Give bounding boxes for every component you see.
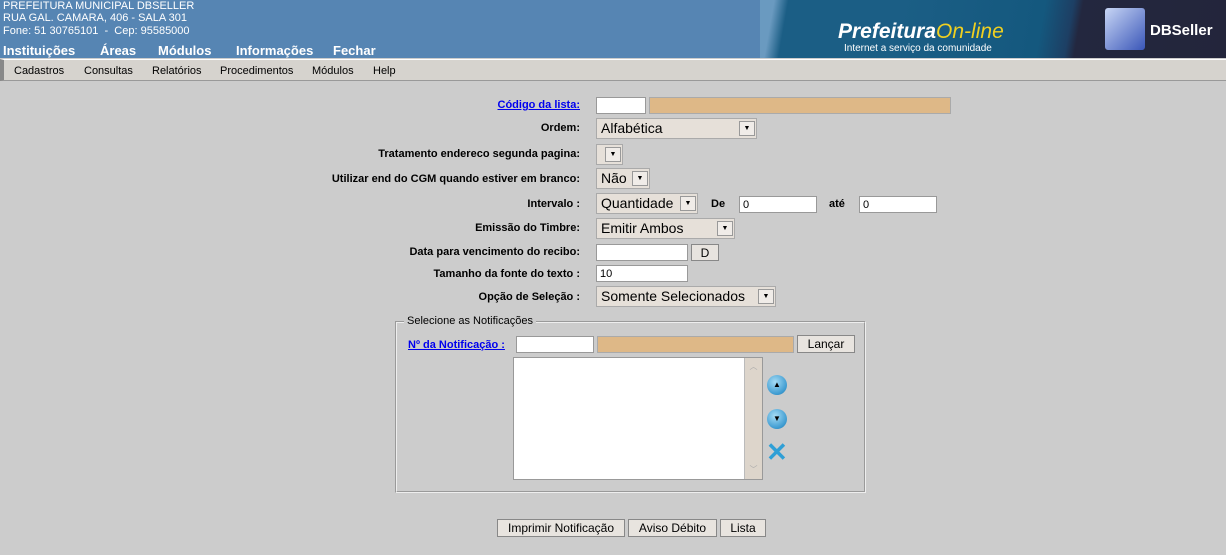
menu-fechar[interactable]: Fechar bbox=[333, 43, 376, 58]
fonte-input[interactable] bbox=[596, 265, 688, 282]
lista-button[interactable]: Lista bbox=[720, 519, 766, 537]
codigo-lista-link[interactable]: Código da lista: bbox=[498, 99, 581, 111]
brand-name: DBSeller bbox=[1150, 22, 1213, 39]
submenu-procedimentos[interactable]: Procedimentos bbox=[220, 65, 293, 77]
data-vencimento-label: Data para vencimento do recibo: bbox=[409, 246, 580, 258]
dbseller-logo-icon bbox=[1105, 8, 1145, 50]
move-up-icon[interactable]: ▲ bbox=[767, 375, 787, 395]
de-label: De bbox=[711, 198, 726, 210]
remove-x-icon[interactable]: ✕ bbox=[766, 439, 788, 465]
submenu-modulos[interactable]: Módulos bbox=[312, 65, 354, 77]
notificacoes-listbox[interactable]: ︿ ﹀ bbox=[513, 357, 763, 480]
fonte-label: Tamanho da fonte do texto : bbox=[433, 268, 580, 280]
opcao-label: Opção de Seleção : bbox=[478, 291, 580, 303]
chevron-down-icon: ▼ bbox=[739, 121, 755, 136]
tratamento-select[interactable]: ▼ bbox=[596, 144, 623, 165]
chevron-down-icon: ▼ bbox=[758, 289, 774, 304]
menu-areas[interactable]: Áreas bbox=[100, 43, 136, 58]
ate-input[interactable] bbox=[859, 196, 937, 213]
chevron-down-icon: ▼ bbox=[605, 147, 621, 162]
intervalo-value: Quantidade bbox=[601, 195, 674, 211]
lancar-button[interactable]: Lançar bbox=[797, 335, 855, 353]
ordem-select[interactable]: Alfabética ▼ bbox=[596, 118, 757, 139]
move-down-icon[interactable]: ▼ bbox=[767, 409, 787, 429]
chevron-down-icon: ▼ bbox=[680, 196, 696, 211]
codigo-lista-input[interactable] bbox=[596, 97, 646, 114]
imprimir-notificacao-button[interactable]: Imprimir Notificação bbox=[497, 519, 625, 537]
tratamento-label: Tratamento endereco segunda pagina: bbox=[378, 148, 580, 160]
listbox-scrollbar[interactable]: ︿ ﹀ bbox=[744, 358, 762, 479]
org-address: RUA GAL. CAMARA, 406 - SALA 301 bbox=[3, 12, 188, 24]
intervalo-label: Intervalo : bbox=[527, 198, 580, 210]
chevron-down-icon: ▼ bbox=[632, 171, 648, 186]
utilizar-value: Não bbox=[601, 170, 627, 186]
notificacao-description bbox=[597, 336, 794, 353]
codigo-lista-description bbox=[649, 97, 951, 114]
logo-title: PrefeituraOn-line bbox=[838, 20, 1004, 43]
utilizar-select[interactable]: Não ▼ bbox=[596, 168, 650, 189]
de-input[interactable] bbox=[739, 196, 817, 213]
timbre-label: Emissão do Timbre: bbox=[475, 222, 580, 234]
submenu-consultas[interactable]: Consultas bbox=[84, 65, 133, 77]
submenu-relatorios[interactable]: Relatórios bbox=[152, 65, 202, 77]
menu-instituicoes[interactable]: Instituições bbox=[3, 43, 75, 58]
ordem-label: Ordem: bbox=[540, 122, 580, 134]
logo-banner: PrefeituraOn-line Internet a serviço da … bbox=[760, 0, 1226, 58]
aviso-debito-button[interactable]: Aviso Débito bbox=[628, 519, 717, 537]
menu-informacoes[interactable]: Informações bbox=[236, 43, 313, 58]
ordem-value: Alfabética bbox=[601, 120, 663, 136]
org-contact: Fone: 51 30765101 - Cep: 95585000 bbox=[3, 25, 190, 37]
ate-label: até bbox=[829, 198, 845, 210]
menu-modulos[interactable]: Módulos bbox=[158, 43, 211, 58]
submenu-cadastros[interactable]: Cadastros bbox=[14, 65, 64, 77]
opcao-select[interactable]: Somente Selecionados ▼ bbox=[596, 286, 776, 307]
logo-subtitle: Internet a serviço da comunidade bbox=[844, 43, 992, 54]
timbre-value: Emitir Ambos bbox=[601, 220, 684, 236]
data-vencimento-input[interactable] bbox=[596, 244, 688, 261]
fieldset-legend: Selecione as Notificações bbox=[404, 315, 536, 327]
submenu-bar: Cadastros Consultas Relatórios Procedime… bbox=[0, 59, 1226, 81]
chevron-down-icon: ▼ bbox=[717, 221, 733, 236]
org-name: PREFEITURA MUNICIPAL DBSELLER bbox=[3, 0, 195, 12]
date-picker-button[interactable]: D bbox=[691, 244, 719, 261]
notificacao-input[interactable] bbox=[516, 336, 594, 353]
notificacao-link[interactable]: Nº da Notificação : bbox=[408, 339, 505, 351]
submenu-help[interactable]: Help bbox=[373, 65, 396, 77]
intervalo-select[interactable]: Quantidade ▼ bbox=[596, 193, 698, 214]
opcao-value: Somente Selecionados bbox=[601, 288, 745, 304]
timbre-select[interactable]: Emitir Ambos ▼ bbox=[596, 218, 735, 239]
utilizar-label: Utilizar end do CGM quando estiver em br… bbox=[331, 173, 580, 185]
